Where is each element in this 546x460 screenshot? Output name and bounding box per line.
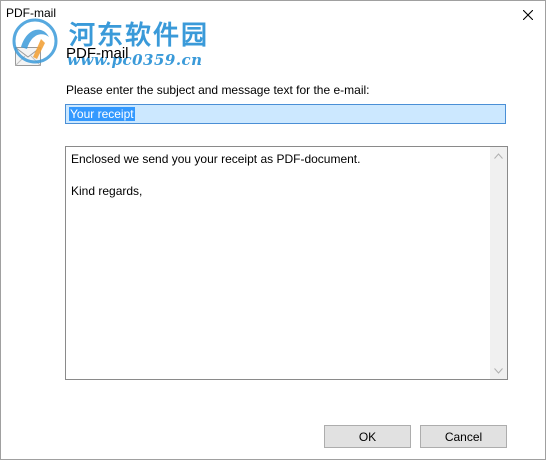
vertical-scrollbar[interactable] [490, 147, 507, 379]
subject-value: Your receipt [69, 107, 135, 121]
footer-divider [1, 401, 545, 402]
scroll-up-button[interactable] [490, 147, 507, 164]
pdf-mail-dialog: PDF-mail 河东软件园 www.pc0359.cn PDF-mail Pl… [0, 0, 546, 460]
close-icon [523, 10, 533, 20]
message-text: Enclosed we send you your receipt as PDF… [71, 152, 361, 198]
close-button[interactable] [511, 1, 545, 29]
scroll-down-button[interactable] [490, 362, 507, 379]
header-title: PDF-mail [66, 45, 129, 62]
chevron-down-icon [494, 367, 503, 374]
ok-button[interactable]: OK [324, 425, 411, 448]
chevron-up-icon [494, 152, 503, 159]
message-textarea[interactable]: Enclosed we send you your receipt as PDF… [65, 146, 508, 380]
instruction-label: Please enter the subject and message tex… [66, 83, 370, 97]
subject-input[interactable]: Your receipt [65, 104, 506, 124]
cancel-button[interactable]: Cancel [420, 425, 507, 448]
watermark-logo-icon [12, 18, 58, 64]
